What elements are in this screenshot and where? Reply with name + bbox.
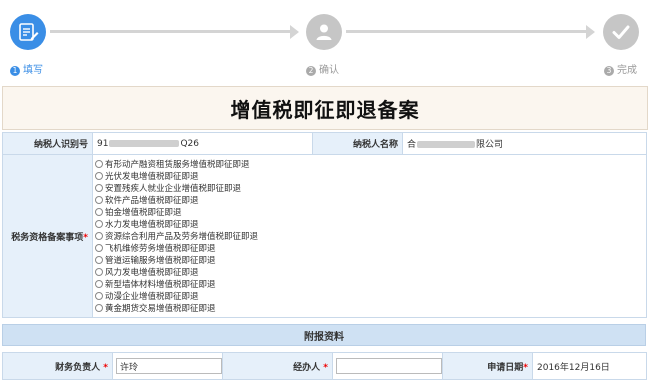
step-1-label: 1 填写 bbox=[10, 61, 43, 76]
step-1-number: 1 bbox=[10, 66, 20, 76]
qualification-option-label: 光伏发电增值税即征即退 bbox=[105, 172, 199, 182]
taxpayer-id-value: 91 Q26 bbox=[92, 132, 313, 155]
attachments-section-header: 附报资料 bbox=[2, 324, 646, 346]
qualification-option[interactable]: 风力发电增值税即征即退 bbox=[95, 266, 646, 278]
step-arrow-2 bbox=[586, 24, 595, 39]
radio-button[interactable] bbox=[95, 280, 103, 288]
radio-group: 有形动产融资租赁服务增值税即征即退 光伏发电增值税即征即退安置残疾人就业企业增值税… bbox=[93, 155, 646, 317]
apply-date-label: 申请日期* bbox=[442, 352, 533, 380]
qualification-option-label: 风力发电增值税即征即退 bbox=[105, 268, 199, 278]
taxpayer-name-value: 合限公司 bbox=[402, 132, 647, 155]
step-arrow-1 bbox=[290, 24, 299, 39]
signatory-table: 财务负责人 * 许玲 经办人 * 申请日期* 2016年12月16日 bbox=[2, 352, 647, 380]
qualification-option-label: 新型墙体材料增值税即征即退 bbox=[105, 280, 216, 290]
handler-input[interactable] bbox=[336, 358, 442, 374]
step-3-check-icon bbox=[603, 14, 639, 50]
qualification-option[interactable]: 新型墙体材料增值税即征即退 bbox=[95, 278, 646, 290]
radio-button[interactable] bbox=[95, 220, 103, 228]
qualification-option[interactable]: 软件产品增值税即征即退 bbox=[95, 194, 646, 206]
radio-button[interactable] bbox=[95, 172, 103, 180]
qualification-option[interactable]: 管道运输服务增值税即征即退 bbox=[95, 254, 646, 266]
qualification-option[interactable]: 飞机维修劳务增值税即征即退 bbox=[95, 242, 646, 254]
qualification-option-label: 飞机维修劳务增值税即征即退 bbox=[105, 244, 216, 254]
filing-form-table: 纳税人识别号 91 Q26 纳税人名称 合限公司 税务资格备案事项* 有形动产融资… bbox=[2, 132, 647, 318]
step-1-edit-icon bbox=[10, 14, 46, 50]
radio-button[interactable] bbox=[95, 268, 103, 276]
qualification-label: 税务资格备案事项* bbox=[2, 154, 93, 318]
qualification-option-label: 动漫企业增值税即征即退 bbox=[105, 292, 199, 302]
radio-button[interactable] bbox=[95, 232, 103, 240]
redacted-mask bbox=[109, 139, 180, 147]
handler-cell bbox=[332, 352, 443, 380]
qualification-row: 税务资格备案事项* 有形动产融资租赁服务增值税即征即退 光伏发电增值税即征即退安置… bbox=[2, 154, 647, 318]
radio-button[interactable] bbox=[95, 184, 103, 192]
form-title-box: 增值税即征即退备案 bbox=[2, 86, 648, 130]
step-2-label: 2 确认 bbox=[306, 61, 339, 76]
handler-label: 经办人 * bbox=[222, 352, 333, 380]
taxpayer-id-label: 纳税人识别号 bbox=[2, 132, 93, 155]
radio-button[interactable] bbox=[95, 208, 103, 216]
progress-stepper: 1 填写 2 确认 3 完成 bbox=[0, 0, 650, 80]
taxpayer-name-label: 纳税人名称 bbox=[312, 132, 403, 155]
qualification-option[interactable]: 水力发电增值税即征即退 bbox=[95, 218, 646, 230]
qualification-option-label: 黄金期货交易增值税即征即退 bbox=[105, 304, 216, 314]
qualification-option[interactable]: 有形动产融资租赁服务增值税即征即退 bbox=[95, 158, 646, 170]
qualification-option-label: 有形动产融资租赁服务增值税即征即退 bbox=[105, 160, 250, 170]
qualification-option-label: 软件产品增值税即征即退 bbox=[105, 196, 199, 206]
qualification-option[interactable]: 动漫企业增值税即征即退 bbox=[95, 290, 646, 302]
qualification-option[interactable]: 黄金期货交易增值税即征即退 bbox=[95, 302, 646, 314]
qualification-option-label: 安置残疾人就业企业增值税即征即退 bbox=[105, 184, 242, 194]
qualification-option-label: 资源综合利用产品及劳务增值税即征即退 bbox=[105, 232, 259, 242]
step-2-number: 2 bbox=[306, 66, 316, 76]
qualification-options: 有形动产融资租赁服务增值税即征即退 光伏发电增值税即征即退安置残疾人就业企业增值税… bbox=[92, 154, 647, 318]
step-2-user-icon bbox=[306, 14, 342, 50]
radio-button[interactable] bbox=[95, 244, 103, 252]
radio-button[interactable] bbox=[95, 256, 103, 264]
radio-button[interactable] bbox=[95, 160, 103, 168]
radio-button[interactable] bbox=[95, 304, 103, 312]
taxpayer-row: 纳税人识别号 91 Q26 纳税人名称 合限公司 bbox=[2, 132, 647, 155]
qualification-option[interactable]: 铂金增值税即征即退 bbox=[95, 206, 646, 218]
qualification-option[interactable]: 安置残疾人就业企业增值税即征即退 bbox=[95, 182, 646, 194]
qualification-option[interactable]: 光伏发电增值税即征即退 bbox=[95, 170, 646, 182]
required-mark: * bbox=[83, 232, 88, 243]
signatory-row: 财务负责人 * 许玲 经办人 * 申请日期* 2016年12月16日 bbox=[2, 352, 647, 380]
qualification-option-label: 水力发电增值税即征即退 bbox=[105, 220, 199, 230]
step-3-label: 3 完成 bbox=[604, 61, 637, 76]
redacted-mask bbox=[417, 141, 476, 148]
page-title: 增值税即征即退备案 bbox=[230, 97, 420, 122]
qualification-option-label: 铂金增值税即征即退 bbox=[105, 208, 182, 218]
step-connector-1 bbox=[50, 30, 290, 33]
radio-button[interactable] bbox=[95, 292, 103, 300]
radio-button[interactable] bbox=[95, 196, 103, 204]
finance-officer-cell: 许玲 bbox=[112, 352, 223, 380]
qualification-option-label: 管道运输服务增值税即征即退 bbox=[105, 256, 216, 266]
finance-officer-input[interactable]: 许玲 bbox=[116, 358, 222, 374]
step-connector-2 bbox=[346, 30, 586, 33]
apply-date-value: 2016年12月16日 bbox=[532, 352, 647, 380]
finance-officer-label: 财务负责人 * bbox=[2, 352, 113, 380]
qualification-option[interactable]: 资源综合利用产品及劳务增值税即征即退 bbox=[95, 230, 646, 242]
step-3-number: 3 bbox=[604, 66, 614, 76]
